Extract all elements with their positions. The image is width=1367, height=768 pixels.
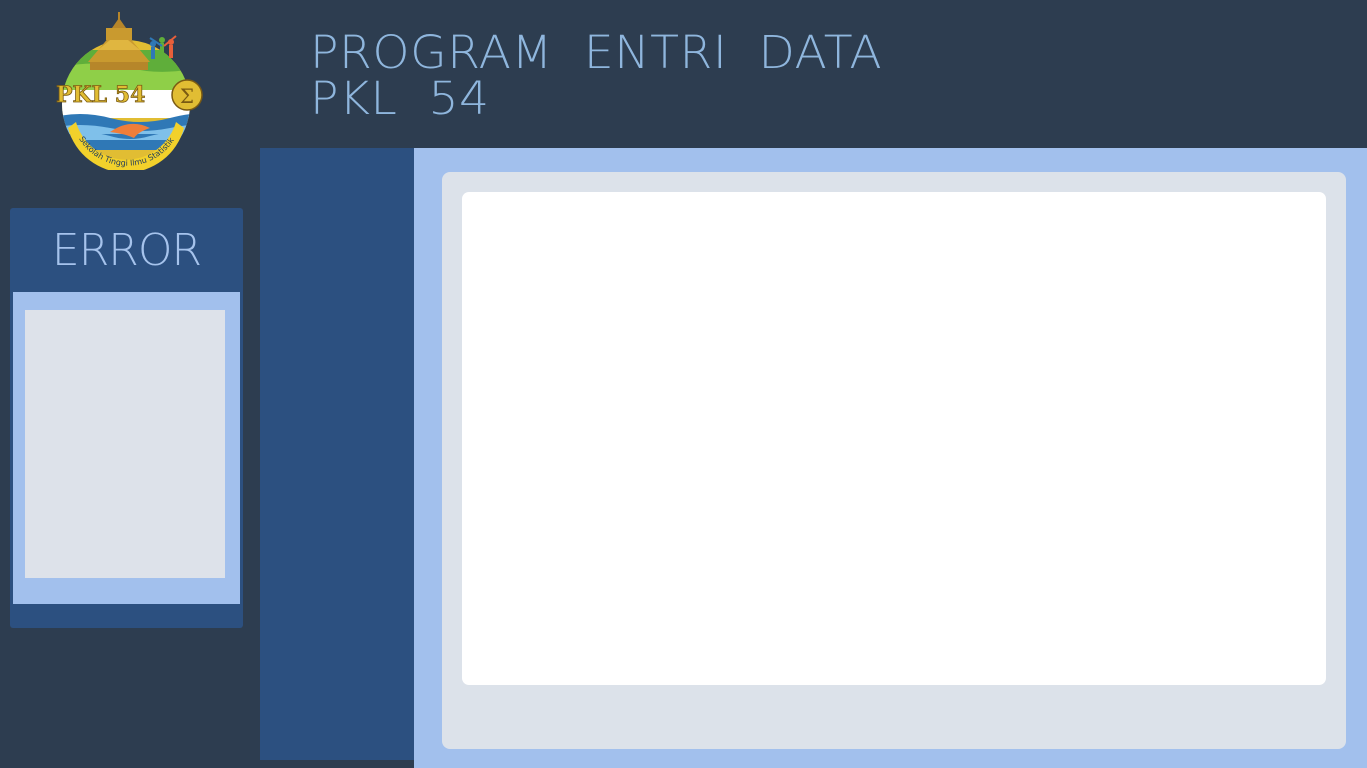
svg-text:Σ: Σ <box>180 84 194 108</box>
title-line-2: PKL 54 <box>310 72 490 125</box>
page-title: PROGRAM ENTRI DATA PKL 54 <box>310 30 882 122</box>
main-area <box>414 148 1367 768</box>
error-title: ERROR <box>51 225 202 276</box>
error-panel: ERROR <box>10 208 243 628</box>
svg-text:PKL 54: PKL 54 <box>56 82 145 108</box>
data-entry-content[interactable] <box>462 192 1326 685</box>
pkl54-logo-icon: PKL 54 Σ Sekolah Tinggi Ilmu Statistik <box>56 12 203 173</box>
main-frame <box>442 172 1346 749</box>
error-message-box <box>25 310 225 578</box>
title-line-1: PROGRAM ENTRI DATA <box>310 26 883 79</box>
pkl54-logo: PKL 54 Σ Sekolah Tinggi Ilmu Statistik <box>50 10 220 173</box>
error-frame <box>13 292 240 604</box>
navigation-column <box>260 148 414 760</box>
